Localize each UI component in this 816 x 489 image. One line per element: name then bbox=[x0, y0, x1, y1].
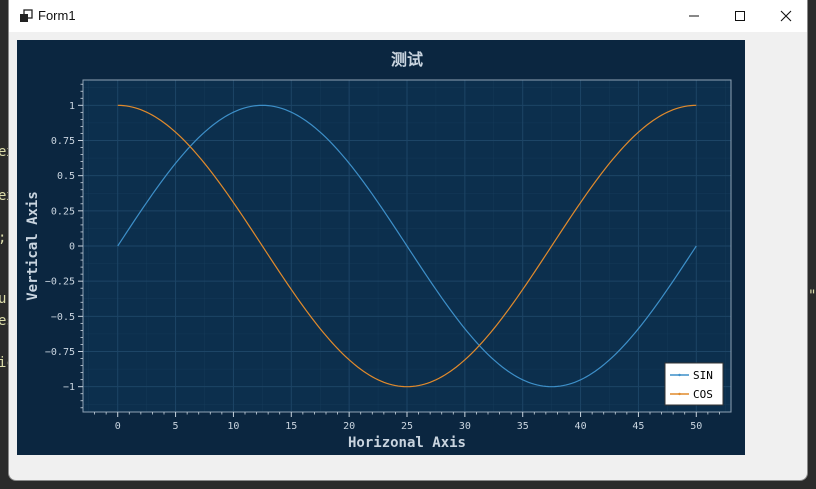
minimize-icon bbox=[689, 15, 699, 17]
x-tick-label: 0 bbox=[115, 421, 121, 432]
app-icon bbox=[20, 9, 33, 22]
y-axis-label: Vertical Axis bbox=[25, 191, 41, 301]
y-tick-label: −0.5 bbox=[51, 312, 75, 323]
y-tick-label: 0.75 bbox=[51, 136, 75, 147]
y-tick-label: −1 bbox=[63, 382, 75, 393]
close-icon bbox=[780, 10, 792, 22]
x-tick-label: 45 bbox=[632, 421, 644, 432]
chart-title: 测试 bbox=[391, 50, 423, 69]
y-tick-label: −0.25 bbox=[45, 277, 75, 288]
x-tick-label: 5 bbox=[173, 421, 179, 432]
maximize-button[interactable] bbox=[717, 0, 763, 32]
close-button[interactable] bbox=[763, 0, 807, 32]
x-tick-label: 25 bbox=[401, 421, 413, 432]
x-tick-label: 50 bbox=[690, 421, 702, 432]
legend: SIN COS bbox=[664, 362, 724, 406]
legend-label-cos: COS bbox=[693, 388, 713, 401]
chart-panel: 0 5 10 15 20 25 30 35 40 45 50 1 0.75 0.5 0.25 0 −0.25 −0… bbox=[17, 40, 745, 455]
maximize-icon bbox=[735, 11, 745, 21]
y-tick-label: 0.5 bbox=[57, 171, 75, 182]
legend-marker-sin bbox=[678, 373, 681, 377]
x-tick-label: 15 bbox=[285, 421, 297, 432]
x-tick-label: 30 bbox=[459, 421, 471, 432]
y-tick-label: 0 bbox=[69, 242, 75, 253]
x-tick-label: 20 bbox=[343, 421, 355, 432]
chart: 0 5 10 15 20 25 30 35 40 45 50 1 0.75 0.5 0.25 0 −0.25 −0… bbox=[17, 40, 745, 455]
x-tick-label: 40 bbox=[575, 421, 587, 432]
window-title: Form1 bbox=[38, 8, 76, 23]
x-tick-label: 35 bbox=[517, 421, 529, 432]
legend-marker-cos bbox=[678, 392, 681, 396]
title-bar[interactable]: Form1 bbox=[9, 0, 807, 32]
x-tick-label: 10 bbox=[227, 421, 239, 432]
legend-label-sin: SIN bbox=[693, 369, 713, 382]
y-tick-label: −0.75 bbox=[45, 347, 75, 358]
y-tick-label: 0.25 bbox=[51, 206, 75, 217]
x-axis-label: Horizonal Axis bbox=[348, 435, 466, 451]
y-tick-label: 1 bbox=[69, 101, 75, 112]
app-window: Form1 0 5 10 15 20 25 30 35 40 45 50 1 0.75 0.5 0.25 0 −… bbox=[8, 0, 808, 481]
background-code-right: " bbox=[808, 272, 816, 304]
code-fragment: " bbox=[808, 288, 816, 304]
minimize-button[interactable] bbox=[671, 0, 717, 32]
background-code-left: ; bbox=[0, 214, 6, 246]
code-fragment: ; bbox=[0, 230, 6, 246]
